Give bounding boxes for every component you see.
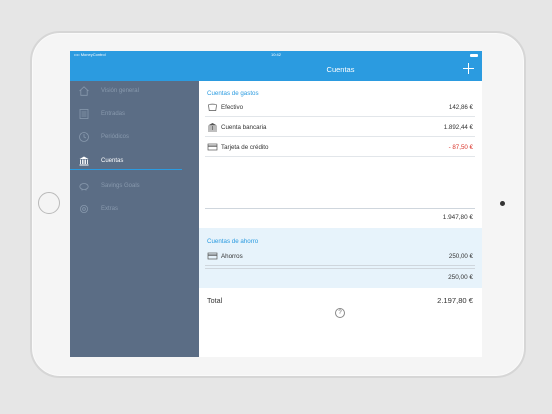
help-icon[interactable]: ? bbox=[335, 308, 345, 318]
clock-icon bbox=[79, 132, 89, 142]
account-row-ahorros[interactable]: Ahorros 250,00 € bbox=[205, 247, 475, 266]
credit-card-icon bbox=[207, 143, 218, 151]
sidebar-item-extras[interactable]: Extras bbox=[70, 199, 199, 219]
account-name: Efectivo bbox=[221, 104, 244, 111]
sidebar: Visión general Entradas Periódicos Cuent… bbox=[70, 81, 199, 357]
subtotal-value: 1.947,80 € bbox=[442, 214, 473, 221]
account-balance: 1.892,44 € bbox=[443, 124, 473, 131]
sidebar-item-label: Extras bbox=[101, 206, 119, 212]
app-screen: •••• MoneyControl 10:42 Cuentas Visión g… bbox=[70, 51, 482, 357]
sidebar-item-cuentas[interactable]: Cuentas bbox=[70, 151, 199, 171]
status-time: 10:42 bbox=[270, 52, 281, 57]
account-balance: 250,00 € bbox=[448, 253, 473, 260]
home-icon bbox=[79, 86, 89, 96]
status-bar: •••• MoneyControl 10:42 bbox=[70, 51, 482, 59]
cash-icon bbox=[208, 103, 217, 111]
account-name: Tarjeta de crédito bbox=[221, 144, 269, 151]
front-camera bbox=[500, 201, 505, 206]
gear-icon bbox=[80, 205, 88, 213]
home-button[interactable] bbox=[38, 192, 60, 214]
sidebar-item-savings-goals[interactable]: Savings Goals bbox=[70, 176, 199, 196]
sidebar-item-label: Visión general bbox=[101, 88, 139, 94]
battery-icon bbox=[470, 53, 478, 57]
navigation-bar: Cuentas bbox=[70, 59, 482, 81]
list-icon bbox=[79, 109, 89, 119]
account-row-efectivo[interactable]: Efectivo 142,86 € bbox=[205, 98, 475, 117]
account-name: Cuenta bancaria bbox=[221, 124, 267, 131]
piggy-bank-icon bbox=[79, 183, 89, 191]
active-indicator bbox=[70, 169, 182, 171]
account-row-tarjeta-credito[interactable]: Tarjeta de crédito - 87,50 € bbox=[205, 138, 475, 157]
sidebar-item-label: Cuentas bbox=[101, 158, 124, 164]
account-balance: 142,86 € bbox=[448, 104, 473, 111]
subtotal-ahorro: 250,00 € bbox=[205, 268, 475, 286]
total-value: 2.197,80 € bbox=[437, 296, 473, 305]
subtotal-gastos: 1.947,80 € bbox=[205, 208, 475, 226]
section-header-ahorro: Cuentas de ahorro bbox=[207, 238, 259, 245]
sidebar-item-entradas[interactable]: Entradas bbox=[70, 104, 199, 124]
sidebar-item-label: Entradas bbox=[101, 111, 126, 117]
sidebar-item-label: Savings Goals bbox=[101, 183, 140, 189]
account-balance: - 87,50 € bbox=[448, 144, 473, 151]
subtotal-value: 250,00 € bbox=[448, 274, 473, 281]
sidebar-item-periodicos[interactable]: Periódicos bbox=[70, 127, 199, 147]
sidebar-item-label: Periódicos bbox=[101, 134, 130, 140]
bank-icon bbox=[79, 156, 89, 166]
bank-icon bbox=[208, 123, 217, 132]
page-title: Cuentas bbox=[326, 65, 355, 74]
section-header-gastos: Cuentas de gastos bbox=[207, 90, 259, 97]
sidebar-item-vision-general[interactable]: Visión general bbox=[70, 81, 199, 101]
account-row-cuenta-bancaria[interactable]: Cuenta bancaria 1.892,44 € bbox=[205, 118, 475, 137]
add-account-button[interactable] bbox=[462, 62, 476, 76]
account-name: Ahorros bbox=[221, 253, 243, 260]
savings-card-icon bbox=[207, 252, 218, 260]
total-label: Total bbox=[207, 296, 223, 305]
accounts-content: Cuentas de gastos Efectivo 142,86 € Cuen… bbox=[199, 81, 482, 357]
